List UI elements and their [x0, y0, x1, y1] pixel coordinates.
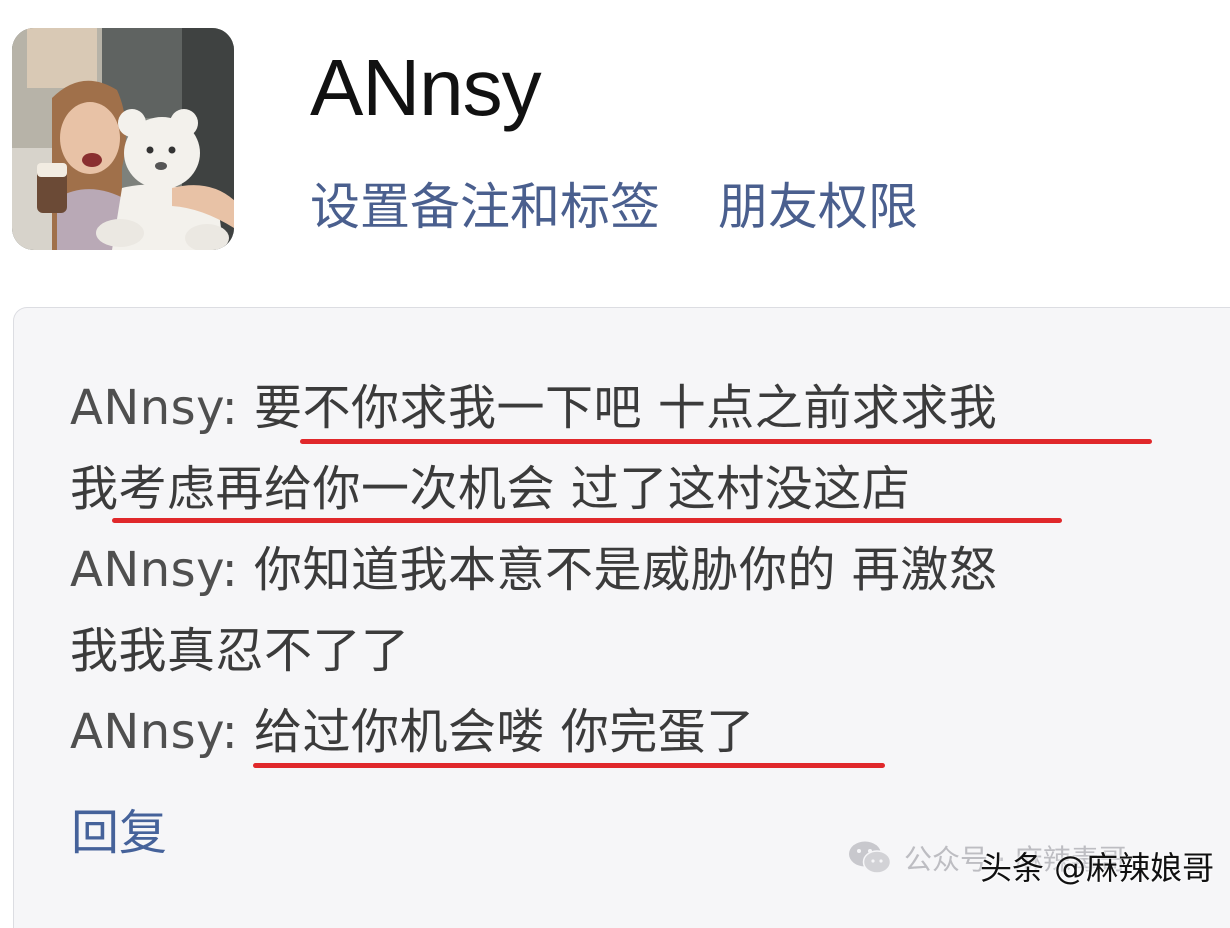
red-underline	[112, 518, 1062, 523]
toutiao-watermark: 头条 @麻辣娘哥	[980, 849, 1215, 887]
wechat-logo-icon	[849, 841, 892, 874]
comment-line: 我我真忍不了了	[70, 611, 1190, 692]
friend-permissions-link[interactable]: 朋友权限	[718, 175, 918, 239]
red-underline	[300, 439, 1152, 444]
reply-button[interactable]: 回复	[71, 803, 167, 863]
profile-nickname: ANnsy	[310, 43, 542, 132]
comment-line: ANnsy: 给过你机会喽 你完蛋了	[70, 692, 1190, 773]
avatar-photo	[12, 28, 234, 250]
comment-line: ANnsy: 你知道我本意不是威胁你的 再激怒	[70, 530, 1190, 611]
profile-actions: 设置备注和标签 朋友权限	[310, 175, 918, 239]
comment-text: 我我真忍不了了	[70, 623, 410, 679]
comment-text: 我考虑再给你一次机会 过了这村没这店	[70, 461, 911, 517]
comment-card: ANnsy: 要不你求我一下吧 十点之前求求我 我考虑再给你一次机会 过了这村没…	[13, 307, 1230, 928]
red-underline	[253, 763, 885, 768]
set-remark-and-tags-link[interactable]: 设置备注和标签	[310, 175, 660, 239]
comment-author[interactable]: ANnsy:	[70, 542, 254, 598]
comment-body: ANnsy: 要不你求我一下吧 十点之前求求我 我考虑再给你一次机会 过了这村没…	[70, 368, 1190, 773]
profile-header: ANnsy 设置备注和标签 朋友权限	[0, 0, 1230, 300]
comment-text: 要不你求我一下吧 十点之前求求我	[254, 380, 998, 436]
comment-text: 你知道我本意不是威胁你的 再激怒	[254, 542, 998, 598]
comment-author[interactable]: ANnsy:	[70, 704, 254, 760]
comment-line: ANnsy: 要不你求我一下吧 十点之前求求我	[70, 368, 1190, 449]
comment-text: 给过你机会喽 你完蛋了	[254, 704, 755, 760]
comment-line: 我考虑再给你一次机会 过了这村没这店	[70, 449, 1190, 530]
comment-author[interactable]: ANnsy:	[70, 380, 254, 436]
avatar[interactable]	[12, 28, 234, 250]
